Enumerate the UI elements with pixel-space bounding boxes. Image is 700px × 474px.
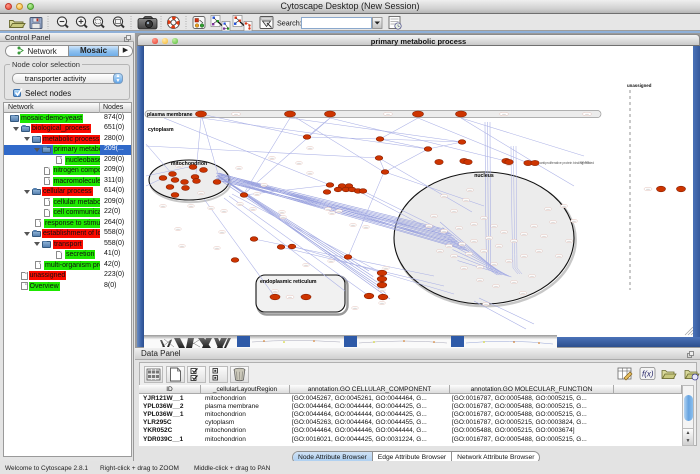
svg-text:f(x): f(x): [642, 370, 654, 379]
